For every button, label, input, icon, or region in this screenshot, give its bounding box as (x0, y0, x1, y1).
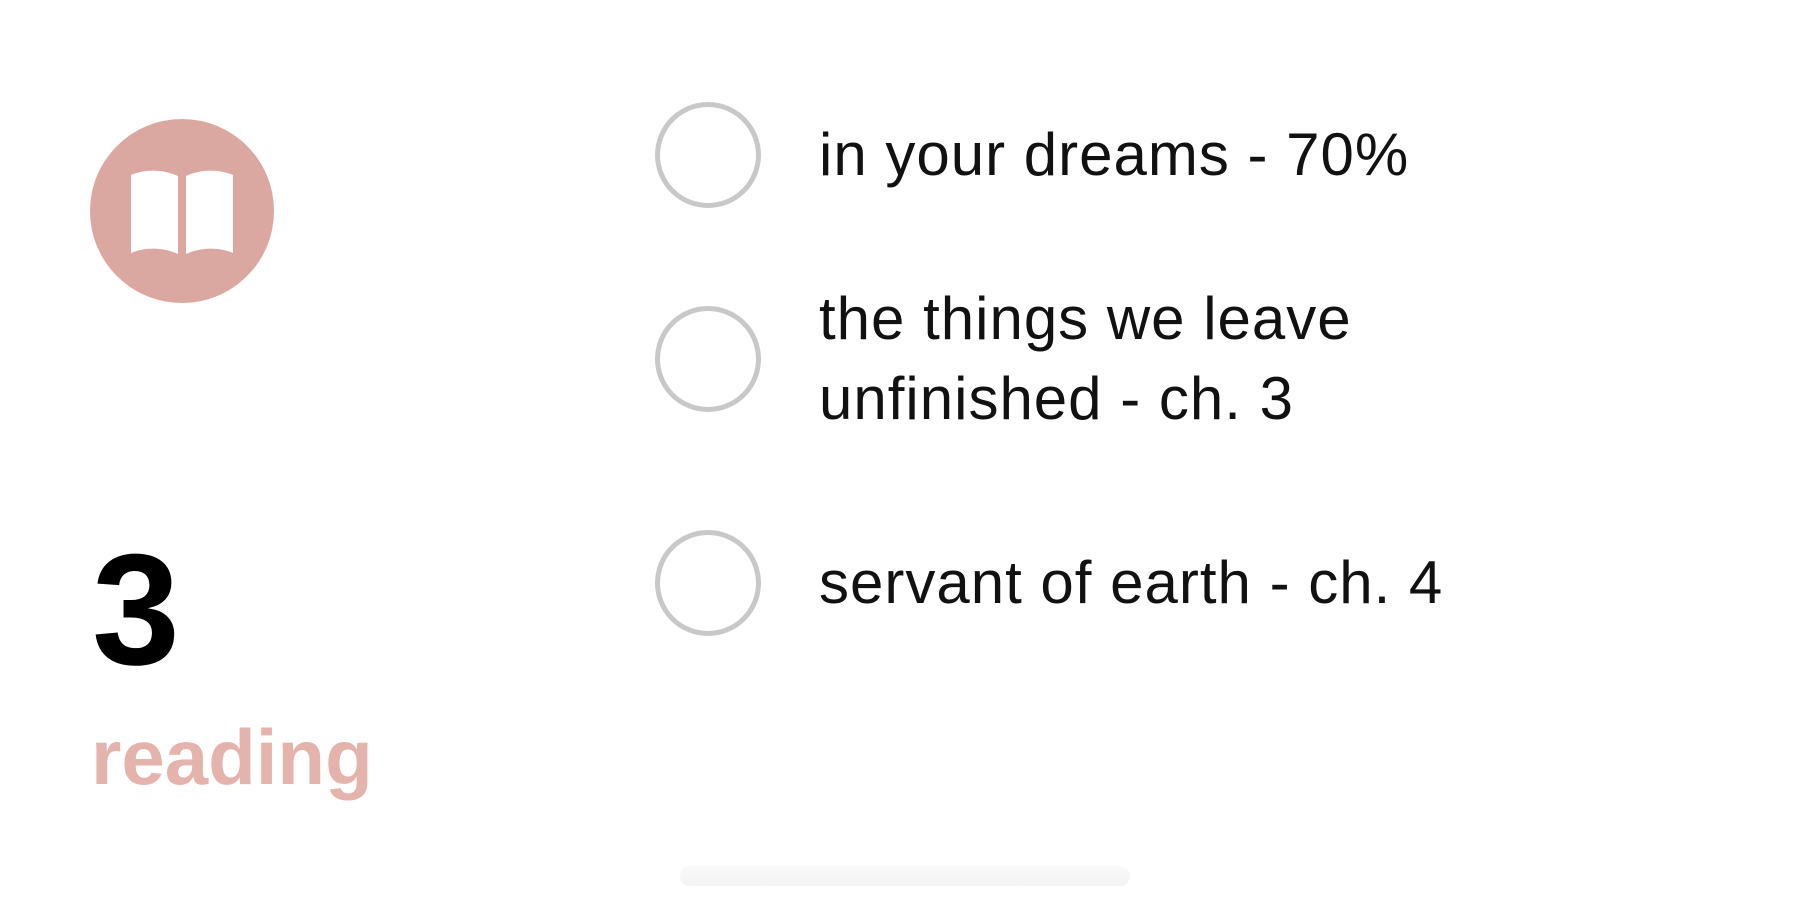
book-badge (90, 119, 274, 303)
checkbox-circle-icon[interactable] (655, 102, 761, 208)
task-item[interactable]: in your dreams - 70% (655, 102, 1409, 208)
reading-count: 3 (92, 522, 180, 698)
checkbox-circle-icon[interactable] (655, 306, 761, 412)
task-label: in your dreams - 70% (819, 121, 1410, 188)
reading-caption: reading (91, 713, 373, 801)
task-item[interactable]: servant of earth - ch. 4 (655, 530, 1443, 636)
checkbox-circle-icon[interactable] (655, 530, 761, 636)
task-label: the things we leave unfinished - ch. 3 (819, 285, 1352, 432)
task-item[interactable]: the things we leave unfinished - ch. 3 (655, 279, 1352, 439)
open-book-icon (131, 170, 233, 254)
home-indicator (680, 866, 1130, 886)
reading-widget: 3 reading in your dreams - 70% the thing… (0, 0, 1820, 910)
task-label: servant of earth - ch. 4 (819, 549, 1444, 616)
